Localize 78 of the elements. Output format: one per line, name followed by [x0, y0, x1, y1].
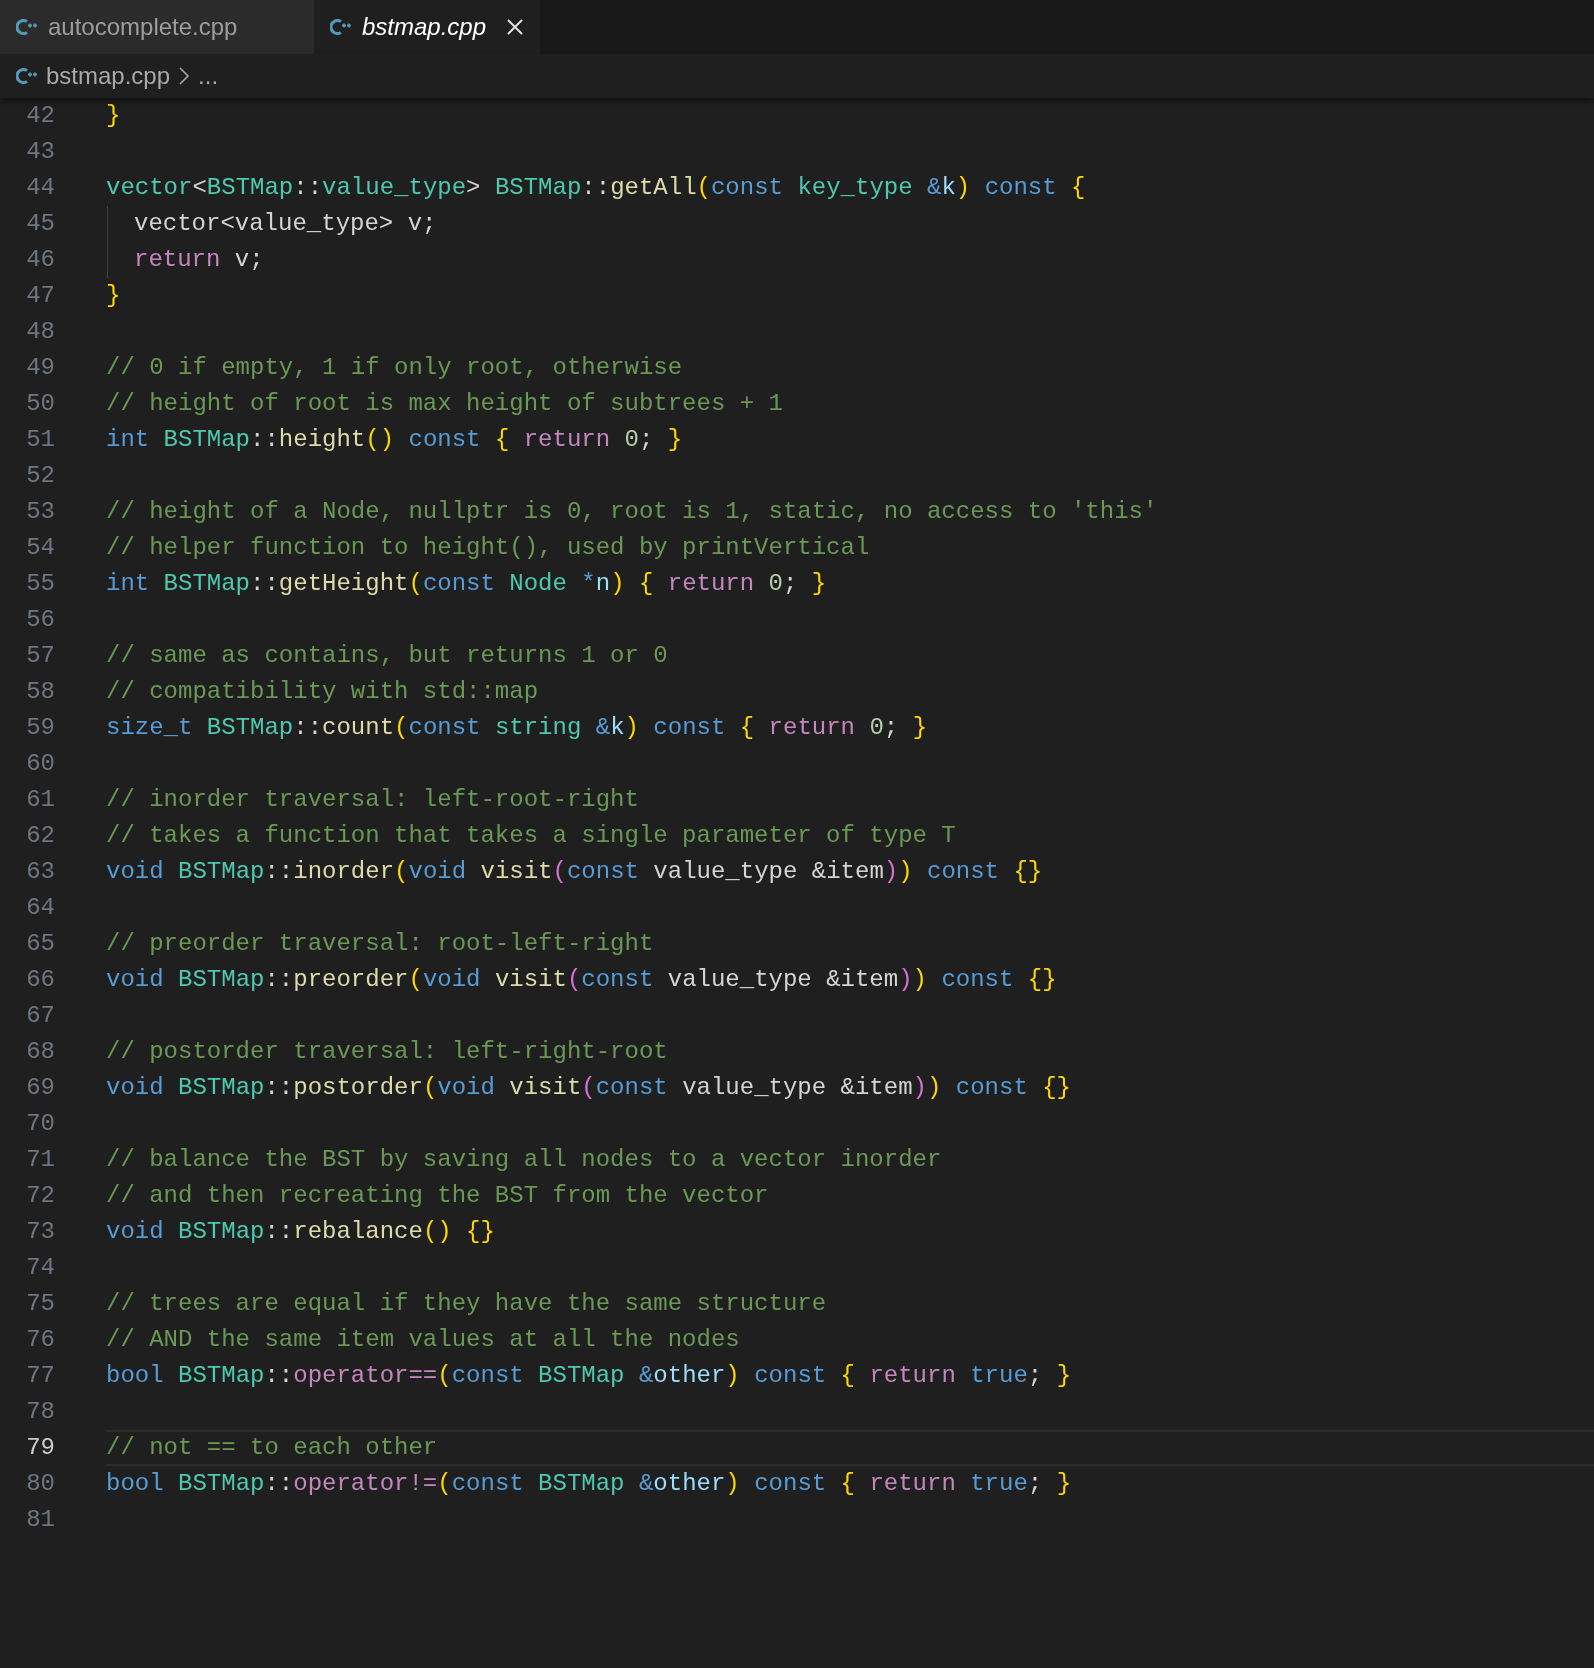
line-number: 54	[25, 533, 55, 563]
line-number: 58	[25, 677, 55, 707]
editor-tab[interactable]: autocomplete.cpp	[0, 0, 314, 54]
line-number: 43	[25, 137, 55, 167]
code-line: // not == to each other	[106, 1434, 438, 1461]
cpp-file-icon	[16, 17, 38, 37]
code-line: bool BSTMap::operator!=(const BSTMap &other) const { return true; }	[106, 1470, 1072, 1497]
close-icon[interactable]	[506, 18, 525, 36]
breadcrumb-item[interactable]: ...	[198, 58, 219, 94]
line-number: 49	[25, 353, 55, 383]
line-number: 69	[25, 1073, 55, 1103]
line-number: 79	[25, 1433, 55, 1463]
code-line: }	[106, 282, 121, 309]
code-line: // helper function to height(), used by printVertical	[106, 534, 870, 561]
chevron-icon	[178, 66, 191, 86]
line-number: 76	[25, 1325, 55, 1355]
line-number: 67	[25, 1001, 55, 1031]
line-number: 48	[25, 317, 55, 347]
line-number: 77	[25, 1361, 55, 1391]
line-number: 42	[25, 101, 55, 131]
code-line: // height of a Node, nullptr is 0, root is 1, static, no access to 'this'	[106, 498, 1158, 525]
code-line: bool BSTMap::operator==(const BSTMap &other) const { return true; }	[106, 1362, 1072, 1389]
code-line: void BSTMap::inorder(void visit(const value_type &item)) const {}	[106, 858, 1043, 885]
code-line: // postorder traversal: left-right-root	[106, 1038, 668, 1065]
line-number: 78	[25, 1397, 55, 1427]
code-line: vector<BSTMap::value_type> BSTMap::getAll(const key_type &k) const {	[106, 174, 1086, 201]
code-line: // balance the BST by saving all nodes to a vector inorder	[106, 1146, 942, 1173]
line-number: 80	[25, 1469, 55, 1499]
code-line: return v;	[134, 246, 264, 273]
code-line: // takes a function that takes a single parameter of type T	[106, 822, 956, 849]
code-line: // height of root is max height of subtrees + 1	[106, 390, 783, 417]
line-number: 74	[25, 1253, 55, 1283]
breadcrumb-item[interactable]: bstmap.cpp	[46, 58, 171, 94]
code-line: void BSTMap::rebalance() {}	[106, 1218, 495, 1245]
code-line: vector<value_type> v;	[134, 210, 437, 237]
line-number: 52	[25, 461, 55, 491]
line-number: 73	[25, 1217, 55, 1247]
line-number: 70	[25, 1109, 55, 1139]
code-line: // and then recreating the BST from the vector	[106, 1182, 769, 1209]
line-number: 56	[25, 605, 55, 635]
line-number: 51	[25, 425, 55, 455]
code-line: }	[106, 102, 121, 129]
code-line: void BSTMap::postorder(void visit(const value_type &item)) const {}	[106, 1074, 1072, 1101]
line-number: 81	[25, 1505, 55, 1535]
cpp-file-icon	[16, 66, 38, 86]
line-number: 53	[25, 497, 55, 527]
line-number: 47	[25, 281, 55, 311]
line-number: 60	[25, 749, 55, 779]
line-number: 61	[25, 785, 55, 815]
code-line: int BSTMap::height() const { return 0; }	[106, 426, 683, 453]
code-line: // inorder traversal: left-root-right	[106, 786, 639, 813]
line-number: 65	[25, 929, 55, 959]
line-number: 45	[25, 209, 55, 239]
line-number: 44	[25, 173, 55, 203]
editor-tab[interactable]: bstmap.cpp	[314, 0, 541, 54]
cpp-file-icon	[330, 17, 352, 37]
line-number: 66	[25, 965, 55, 995]
code-line: void BSTMap::preorder(void visit(const value_type &item)) const {}	[106, 966, 1057, 993]
code-line: size_t BSTMap::count(const string &k) const { return 0; }	[106, 714, 928, 741]
line-number: 75	[25, 1289, 55, 1319]
code-line: // compatibility with std::map	[106, 678, 539, 705]
code-line: // same as contains, but returns 1 or 0	[106, 642, 668, 669]
line-number: 63	[25, 857, 55, 887]
line-number: 50	[25, 389, 55, 419]
line-number: 55	[25, 569, 55, 599]
line-number: 62	[25, 821, 55, 851]
line-number: 64	[25, 893, 55, 923]
line-number: 71	[25, 1145, 55, 1175]
code-line: // 0 if empty, 1 if only root, otherwise	[106, 354, 683, 381]
code-line: // preorder traversal: root-left-right	[106, 930, 654, 957]
line-number: 46	[25, 245, 55, 275]
line-number: 72	[25, 1181, 55, 1211]
code-line: // trees are equal if they have the same structure	[106, 1290, 827, 1317]
line-number: 68	[25, 1037, 55, 1067]
code-line: // AND the same item values at all the nodes	[106, 1326, 740, 1353]
code-line: int BSTMap::getHeight(const Node *n) { return 0; }	[106, 570, 827, 597]
line-number: 57	[25, 641, 55, 671]
line-number: 59	[25, 713, 55, 743]
